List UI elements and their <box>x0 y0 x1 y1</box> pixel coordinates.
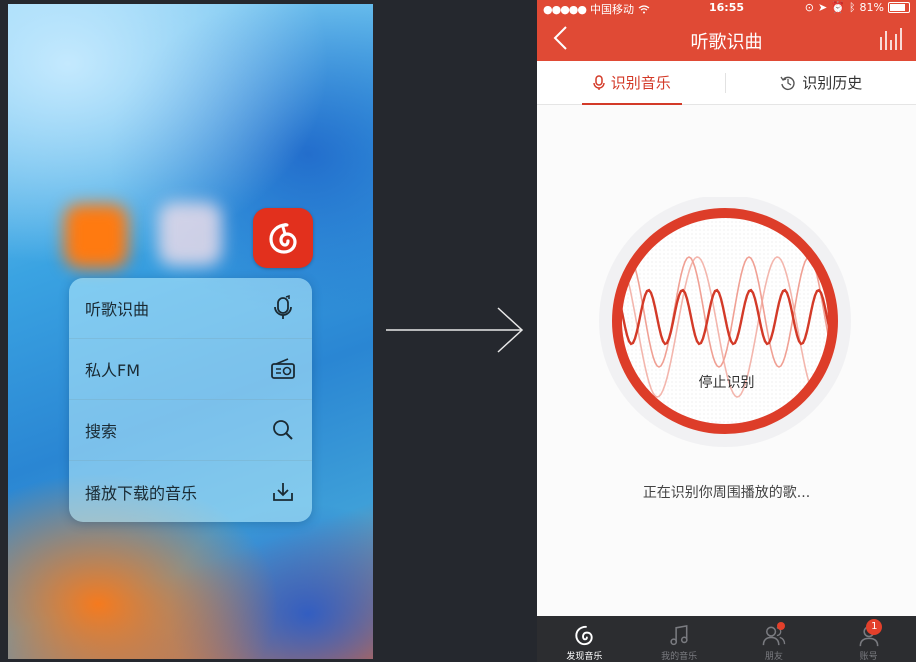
download-icon <box>270 479 296 505</box>
battery-percent: 81% <box>859 1 884 14</box>
bottom-tab-label: 发现音乐 <box>566 652 603 662</box>
history-icon <box>780 76 795 90</box>
quick-actions-menu: 听歌识曲 私人FM 搜索 播放下载的音乐 <box>69 278 312 522</box>
tab-label: 识别音乐 <box>610 74 671 92</box>
tab-recognize-music[interactable]: 识别音乐 <box>537 61 727 105</box>
home-screen: 听歌识曲 私人FM 搜索 播放下载的音乐 <box>8 4 373 659</box>
page-title: 听歌识曲 <box>690 32 763 53</box>
bottom-tab-bar: 发现音乐 我的音乐 朋友 1 账号 <box>537 616 916 662</box>
blurred-app-icon <box>64 204 128 268</box>
radio-icon <box>270 356 296 382</box>
blurred-app-icon <box>158 202 222 266</box>
quick-action-recognize-song[interactable]: 听歌识曲 <box>69 278 312 339</box>
recognize-screen: ●●●●● 中国移动 16:55 ⊙ ➤ ⏰ ᛒ 81% 听歌识曲 识别音乐 识… <box>537 0 916 662</box>
mic-icon <box>593 74 605 90</box>
tab-recognize-history[interactable]: 识别历史 <box>727 61 916 104</box>
recognition-wave-button[interactable] <box>595 197 855 447</box>
netease-music-app-icon[interactable] <box>253 208 313 268</box>
tab-label: 识别历史 <box>802 74 863 92</box>
quick-action-play-downloaded[interactable]: 播放下载的音乐 <box>69 461 312 522</box>
netease-logo-icon <box>269 223 297 254</box>
recognizing-status: 正在识别你周围播放的歌... <box>642 485 811 501</box>
quick-action-label: 听歌识曲 <box>85 300 150 319</box>
bottom-tab-discover[interactable]: 发现音乐 <box>537 616 632 662</box>
quick-action-label: 播放下载的音乐 <box>85 483 198 503</box>
alarm-icon: ⏰ <box>831 1 845 14</box>
quick-action-search[interactable]: 搜索 <box>69 400 312 461</box>
bottom-tab-my-music[interactable]: 我的音乐 <box>632 616 727 662</box>
bluetooth-icon: ᛒ <box>848 1 856 14</box>
bottom-tab-label: 账号 <box>859 652 878 662</box>
tab-bar: 识别音乐 识别历史 <box>537 61 916 105</box>
search-icon <box>270 417 296 443</box>
lock-rotation-icon: ⊙ <box>804 1 815 14</box>
notification-dot <box>776 622 785 630</box>
quick-action-label: 搜索 <box>85 422 118 441</box>
bottom-tab-label: 朋友 <box>764 652 783 662</box>
status-bar: ●●●●● 中国移动 16:55 ⊙ ➤ ⏰ ᛒ 81% <box>537 0 916 16</box>
quick-action-label: 私人FM <box>85 361 141 380</box>
quick-action-private-fm[interactable]: 私人FM <box>69 339 312 400</box>
music-note-icon <box>670 624 688 646</box>
bottom-tab-label: 我的音乐 <box>661 652 698 662</box>
stop-recognize-label[interactable]: 停止识别 <box>537 372 916 392</box>
battery-icon <box>888 2 910 13</box>
location-icon: ➤ <box>818 1 828 14</box>
mic-recognize-icon <box>270 295 296 321</box>
nav-bar: 听歌识曲 <box>537 16 916 61</box>
arrow-right-icon <box>386 307 524 353</box>
netease-logo-icon <box>575 625 594 646</box>
bottom-tab-account[interactable]: 1 账号 <box>821 616 916 662</box>
equalizer-icon[interactable] <box>878 27 902 51</box>
bottom-tab-friends[interactable]: 朋友 <box>727 616 822 662</box>
